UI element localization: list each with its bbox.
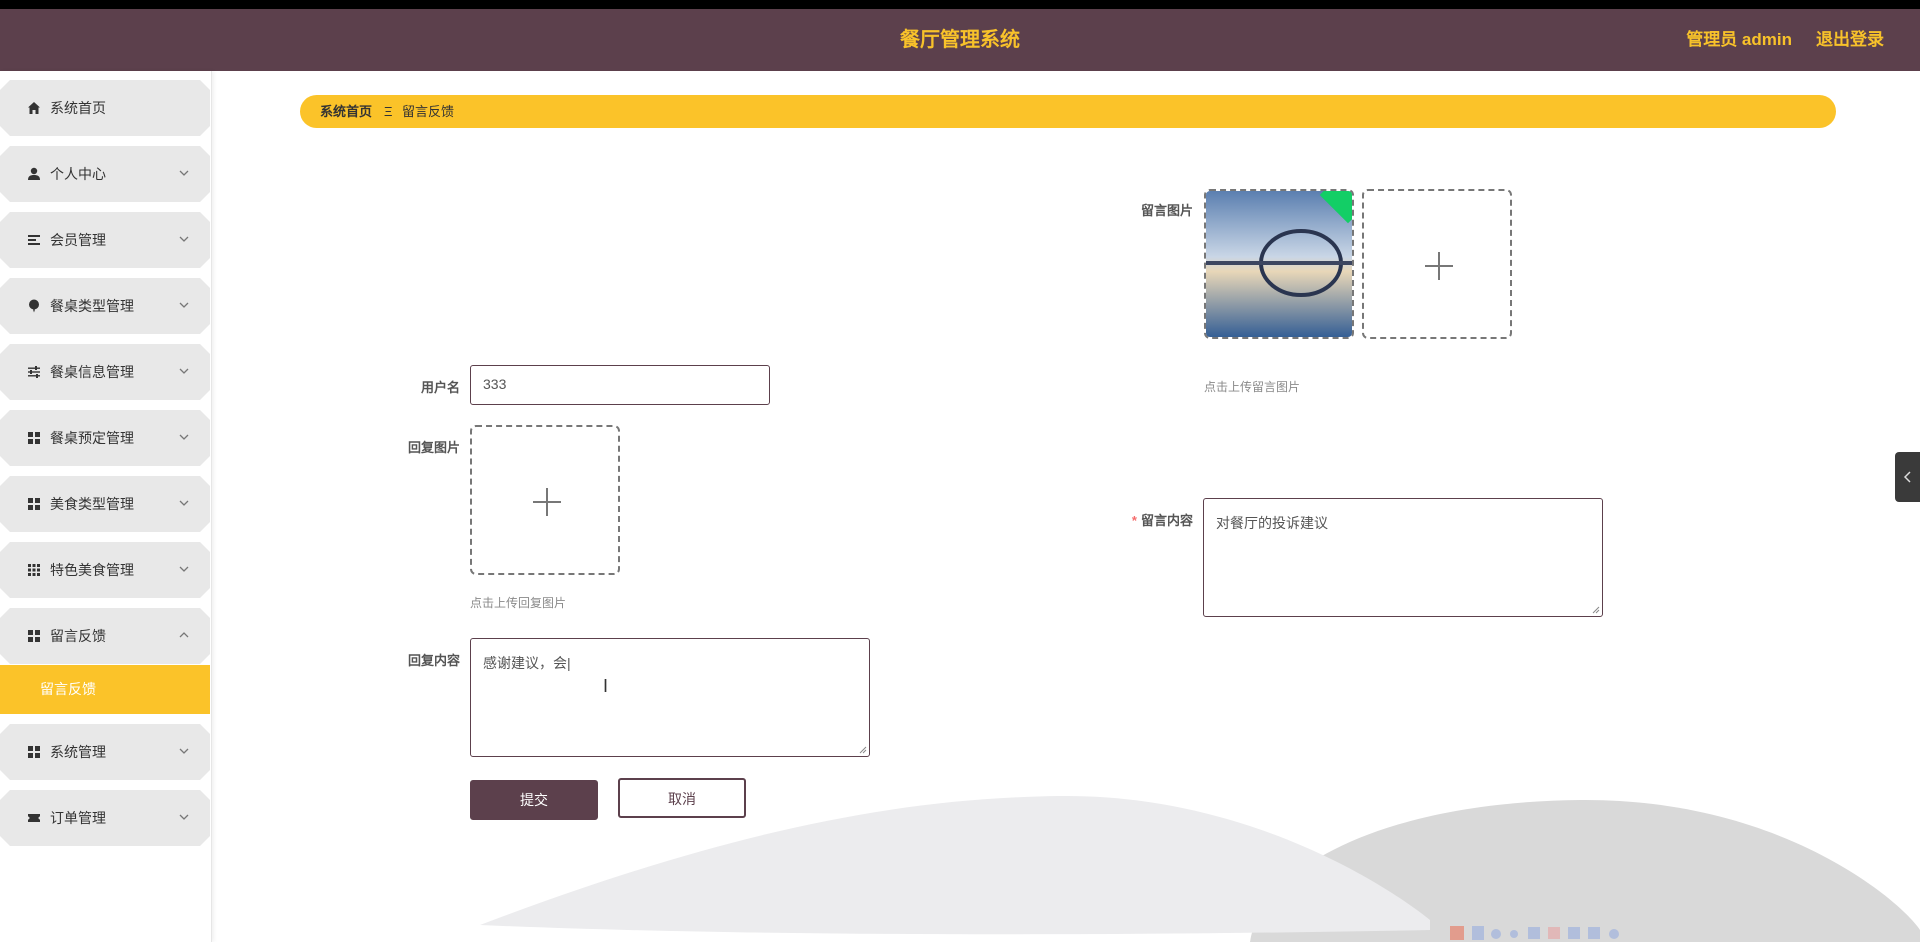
sidebar-item-label: 特色美食管理 [50,562,134,578]
cancel-button[interactable]: 取消 [618,778,746,818]
sidebar-item-label: 个人中心 [50,166,106,182]
sidebar-item-label: 餐桌类型管理 [50,298,134,314]
submit-button[interactable]: 提交 [470,780,598,820]
message-content-text: 对餐厅的投诉建议 [1216,515,1328,531]
sidebar-item-system-management[interactable]: 系统管理 [0,724,210,780]
message-image-upload-button[interactable] [1362,189,1512,339]
reply-content-textarea[interactable]: 感谢建议，会| [470,638,870,757]
sliders-icon [26,364,42,380]
sidebar-item-table-booking-management[interactable]: 餐桌预定管理 [0,410,210,466]
grid-icon [26,430,42,446]
balloon-icon [26,298,42,314]
sidebar-item-label: 系统首页 [50,100,106,116]
text-cursor-icon: I [603,676,609,696]
sidebar-item-label: 系统管理 [50,744,106,760]
username-input[interactable]: 333 [470,365,770,405]
sidebar-item-table-info-management[interactable]: 餐桌信息管理 [0,344,210,400]
grid-icon [26,496,42,512]
logout-button[interactable]: 退出登录 [1816,9,1884,71]
ime-toolbar-icon [1450,926,1619,940]
bridge-photo-image [1206,191,1352,337]
message-image-hint: 点击上传留言图片 [1204,380,1301,394]
message-image-thumbnail[interactable] [1204,189,1354,339]
ticket-icon [26,810,42,826]
sidebar-item-label: 订单管理 [50,810,106,826]
reply-image-hint: 点击上传回复图片 [470,596,567,610]
sidebar-item-specialty-food-management[interactable]: 特色美食管理 [0,542,210,598]
chevron-up-icon [179,632,189,638]
header-bar: 餐厅管理系统 管理员 admin 退出登录 [0,9,1920,71]
reply-content-text: 感谢建议，会| [483,655,571,671]
chevron-down-icon [179,814,189,820]
chevron-down-icon [179,434,189,440]
grid-icon [26,628,42,644]
username-label: 用户名 [420,380,460,395]
user-icon [26,166,42,182]
breadcrumb-home-link[interactable]: 系统首页 [320,95,372,128]
grid9-icon [26,562,42,578]
sidebar-subitem-label: 留言反馈 [40,681,96,697]
grid-icon [26,744,42,760]
app-title: 餐厅管理系统 [900,29,1020,51]
sidebar-item-label: 餐桌预定管理 [50,430,134,446]
resize-grip-icon[interactable] [1590,604,1600,614]
chevron-down-icon [179,500,189,506]
breadcrumb-current: 留言反馈 [402,104,455,119]
window-top-strip [0,0,1920,9]
message-content-textarea[interactable]: 对餐厅的投诉建议 [1203,498,1603,617]
sidebar-item-personal-center[interactable]: 个人中心 [0,146,210,202]
sidebar-item-member-management[interactable]: 会员管理 [0,212,210,268]
sidebar-item-feedback[interactable]: 留言反馈 [0,608,210,664]
chevron-down-icon [179,236,189,242]
sidebar: 系统首页 个人中心 会员管理 餐桌类型管理 餐桌信息管理 餐桌预定管理 美食类型… [0,71,212,942]
sidebar-item-home[interactable]: 系统首页 [0,80,210,136]
home-icon [26,100,42,116]
admin-label: 管理员 admin [1686,30,1792,49]
chevron-down-icon [179,566,189,572]
chevron-down-icon [179,170,189,176]
sidebar-item-label: 美食类型管理 [50,496,134,512]
reply-image-upload-button[interactable] [470,425,620,575]
sidebar-item-label: 留言反馈 [50,628,106,644]
chevron-down-icon [179,302,189,308]
reply-image-label: 回复图片 [407,440,460,455]
sidebar-item-table-type-management[interactable]: 餐桌类型管理 [0,278,210,334]
breadcrumb-separator: Ξ [384,104,393,119]
chevron-left-icon [1903,471,1911,483]
sidebar-item-label: 餐桌信息管理 [50,364,134,380]
chevron-down-icon [179,748,189,754]
message-image-label: 留言图片 [1140,203,1193,218]
reply-content-label: 回复内容 [407,653,460,668]
message-content-label: * 留言内容 [1131,513,1193,528]
sidebar-item-food-type-management[interactable]: 美食类型管理 [0,476,210,532]
breadcrumb: 系统首页 Ξ 留言反馈 [300,95,1836,128]
list-icon [26,232,42,248]
side-panel-toggle[interactable] [1895,452,1920,502]
sidebar-subitem-feedback[interactable]: 留言反馈 [0,665,210,714]
resize-grip-icon[interactable] [857,744,867,754]
sidebar-item-order-management[interactable]: 订单管理 [0,790,210,846]
sidebar-item-label: 会员管理 [50,232,106,248]
chevron-down-icon [179,368,189,374]
